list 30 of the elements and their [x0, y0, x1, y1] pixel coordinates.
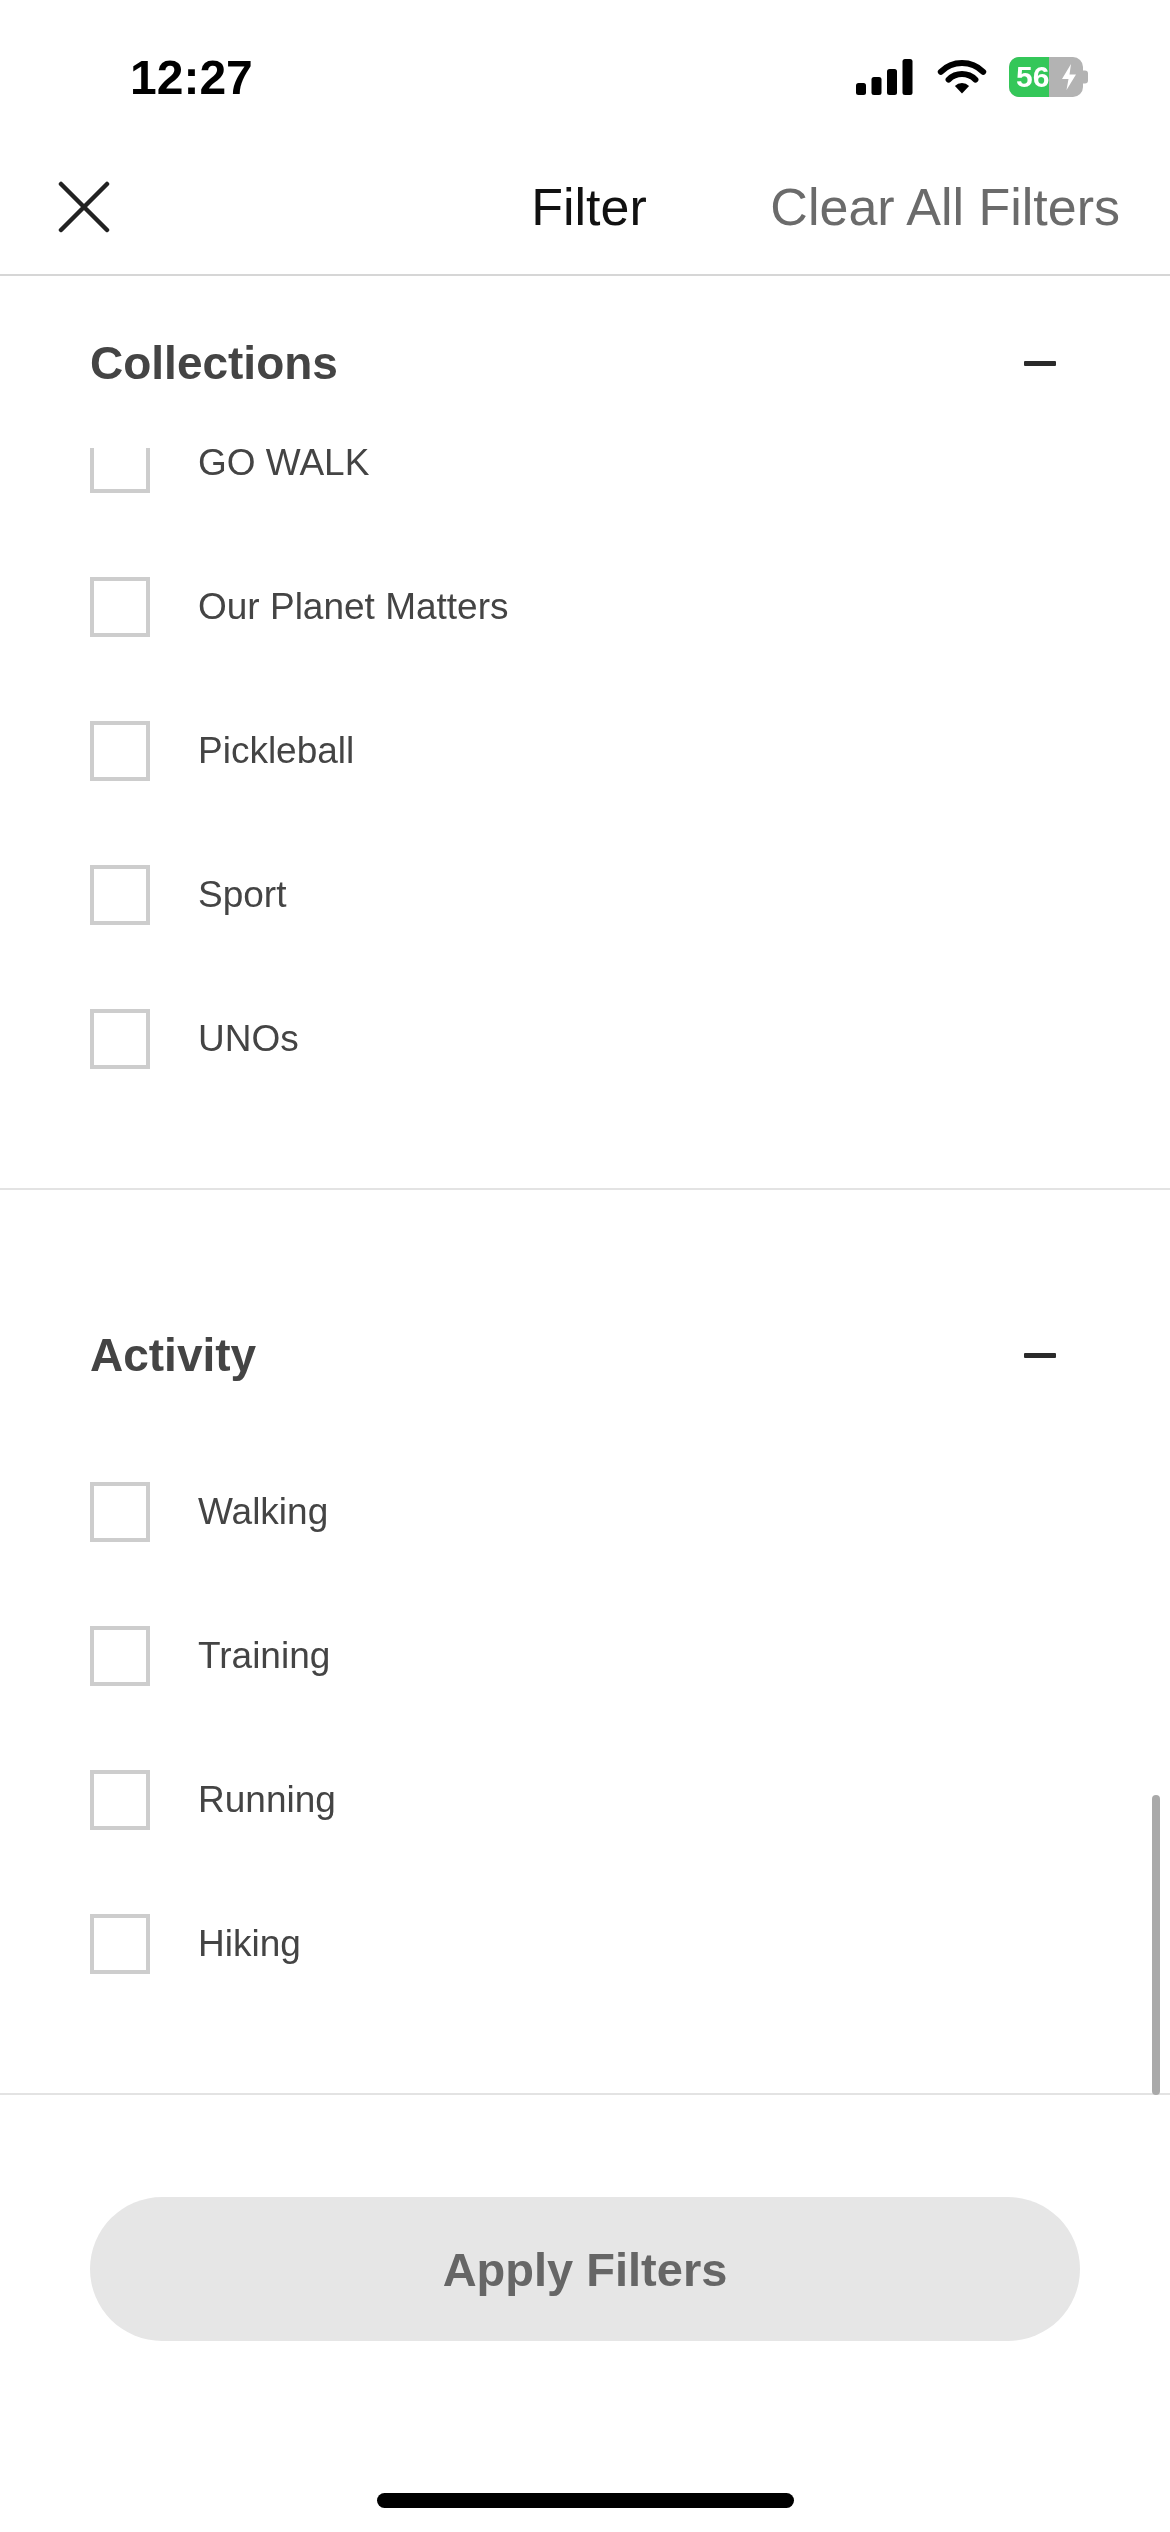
checkbox[interactable]: [90, 1626, 150, 1686]
checkbox[interactable]: [90, 577, 150, 637]
checkbox[interactable]: [90, 721, 150, 781]
screen-title: Filter: [531, 177, 647, 237]
option-label[interactable]: Walking: [198, 1491, 329, 1533]
checkbox[interactable]: [90, 1770, 150, 1830]
section-heading: Collections: [90, 336, 338, 391]
close-icon[interactable]: [58, 181, 110, 233]
minus-icon[interactable]: [1024, 1352, 1056, 1358]
clear-filters-button[interactable]: Clear All Filters: [770, 177, 1120, 237]
section-heading: Activity: [90, 1328, 257, 1383]
status-time: 12:27: [130, 49, 253, 105]
charging-bolt-icon: [1062, 64, 1076, 90]
minus-icon[interactable]: [1024, 360, 1056, 366]
checkbox[interactable]: [90, 1914, 150, 1974]
option-label[interactable]: Hiking: [198, 1923, 301, 1965]
wifi-icon: [937, 58, 987, 96]
option-label[interactable]: UNOs: [198, 1018, 299, 1060]
option-label[interactable]: Sport: [198, 874, 287, 916]
checkbox[interactable]: [90, 1009, 150, 1069]
checkbox[interactable]: [90, 1482, 150, 1542]
option-label[interactable]: Our Planet Matters: [198, 586, 509, 628]
signal-icon: [856, 59, 913, 95]
option-label[interactable]: Pickleball: [198, 730, 355, 772]
checkbox[interactable]: [90, 865, 150, 925]
option-label[interactable]: Training: [198, 1635, 331, 1677]
option-label[interactable]: Running: [198, 1779, 336, 1821]
checkbox[interactable]: [90, 448, 150, 493]
battery-percentage: 56: [1016, 59, 1050, 95]
option-label[interactable]: GO WALK: [198, 448, 370, 484]
